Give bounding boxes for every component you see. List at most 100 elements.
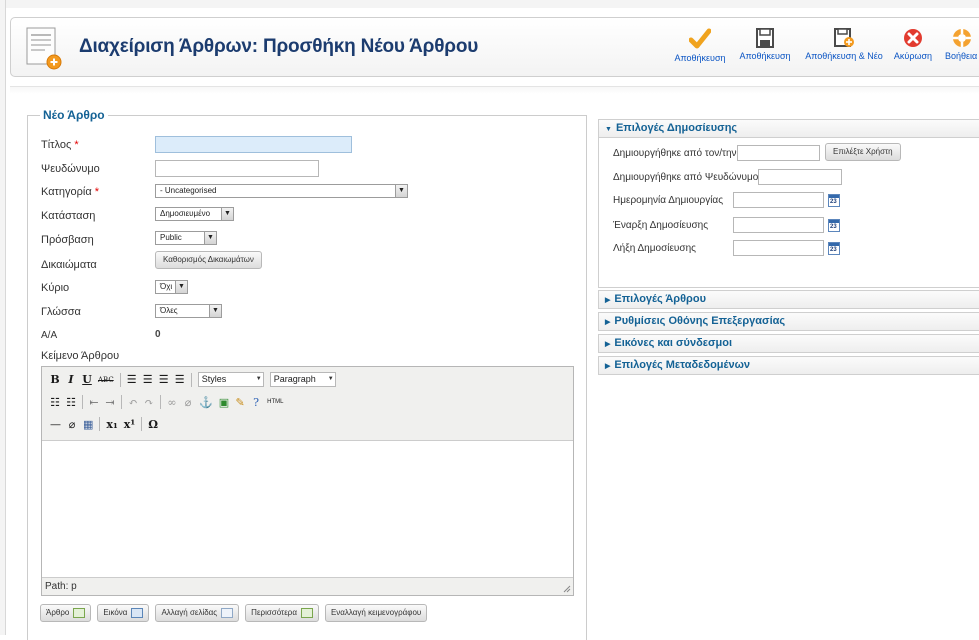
calendar-day: 23 [830, 224, 837, 230]
metadata-options-panel[interactable]: ▶ Επιλογές Μεταδεδομένων [598, 356, 979, 375]
strikethrough-icon[interactable]: ABC [98, 376, 114, 384]
bullet-list-icon[interactable]: ☷ [50, 396, 60, 409]
state-label: Κατάσταση [41, 210, 96, 222]
fieldset-legend: Νέο Άρθρο [40, 108, 108, 122]
superscript-icon[interactable]: x¹ [124, 418, 135, 431]
image-button[interactable]: Εικόνα [97, 604, 150, 622]
title-field[interactable] [155, 136, 352, 153]
editor-toolbar-row-1: B I U ABC ☰ ☰ ☰ ☰ Styles ▼ Paragraph ▼ [50, 372, 336, 387]
calendar-icon[interactable]: 23 [828, 194, 840, 207]
window-frame-left [0, 0, 6, 635]
help-button[interactable]: Βοήθεια [945, 28, 979, 61]
editing-layout-panel[interactable]: ▶ Ρυθμίσεις Οθόνης Επεξεργασίας [598, 312, 979, 331]
cleanup-icon[interactable]: ✎ [235, 396, 245, 409]
publishing-options-header[interactable]: ▼ Επιλογές Δημοσίευσης [599, 120, 979, 137]
alias-label: Ψευδώνυμο [41, 163, 100, 175]
calendar-icon[interactable]: 23 [828, 219, 840, 232]
article-text-editor: B I U ABC ☰ ☰ ☰ ☰ Styles ▼ Paragraph ▼ ☷ ☷… [41, 366, 574, 596]
language-select[interactable]: Όλες ▼ [155, 304, 222, 318]
created-by-label: Δημιουργήθηκε από τον/την [613, 148, 737, 159]
language-label: Γλώσσα [41, 306, 81, 318]
start-publishing-field[interactable] [733, 217, 824, 233]
visual-aid-icon[interactable]: ▦ [83, 418, 93, 431]
pagebreak-icon [221, 608, 234, 618]
align-right-icon[interactable]: ☰ [159, 373, 169, 386]
anchor-icon[interactable]: ⚓ [199, 396, 213, 409]
italic-icon[interactable]: I [66, 373, 76, 386]
set-permissions-button[interactable]: Καθορισμός Δικαιωμάτων [155, 251, 262, 269]
special-character-icon[interactable]: Ω [148, 418, 158, 431]
subscript-icon[interactable]: x₁ [106, 418, 117, 431]
save-button[interactable]: Αποθήκευση [671, 28, 729, 63]
horizontal-rule-icon[interactable]: — [50, 418, 61, 431]
save-close-label: Αποθήκευση [739, 51, 791, 61]
redo-icon[interactable]: ↷ [144, 396, 154, 409]
save-new-button[interactable]: Αποθήκευση & Νέο [803, 28, 885, 61]
select-user-button[interactable]: Επιλέξτε Χρήστη [825, 143, 901, 161]
help-icon[interactable]: ? [251, 396, 261, 409]
calendar-day: 23 [830, 247, 837, 253]
underline-icon[interactable]: U [82, 373, 92, 386]
category-select[interactable]: - Uncategorised ▼ [155, 184, 408, 198]
styles-dropdown[interactable]: Styles ▼ [197, 372, 264, 387]
images-links-panel[interactable]: ▶ Εικόνες και σύνδεσμοι [598, 334, 979, 353]
metadata-options-header[interactable]: ▶ Επιλογές Μεταδεδομένων [599, 357, 979, 374]
toggle-editor-button[interactable]: Εναλλαγή κειμενογράφου [324, 604, 428, 622]
pagebreak-button[interactable]: Αλλαγή σελίδας [155, 604, 240, 622]
help-icon [953, 29, 971, 47]
indent-icon[interactable]: ⇥ [105, 396, 115, 409]
editor-toolbar: B I U ABC ☰ ☰ ☰ ☰ Styles ▼ Paragraph ▼ ☷ ☷… [42, 367, 573, 441]
created-date-field[interactable] [733, 192, 824, 208]
article-icon [73, 608, 86, 618]
remove-format-icon[interactable]: ⌀ [67, 418, 77, 431]
created-by-field[interactable] [737, 145, 820, 161]
state-select[interactable]: Δημοσιευμένο ▼ [155, 207, 234, 221]
calendar-icon[interactable]: 23 [828, 242, 840, 255]
images-links-header[interactable]: ▶ Εικόνες και σύνδεσμοι [599, 335, 979, 352]
featured-select[interactable]: Όχι ▼ [155, 280, 188, 294]
html-icon[interactable]: HTML [267, 399, 283, 405]
format-dropdown[interactable]: Paragraph ▼ [269, 372, 336, 387]
language-value: Όλες [160, 306, 178, 315]
created-by-alias-label: Δημιουργήθηκε από Ψευδώνυμο [613, 172, 759, 183]
align-justify-icon[interactable]: ☰ [175, 373, 185, 386]
align-center-icon[interactable]: ☰ [143, 373, 153, 386]
access-select[interactable]: Public ▼ [155, 231, 217, 245]
article-options-header[interactable]: ▶ Επιλογές Άρθρου [599, 291, 979, 308]
resize-grip-icon[interactable] [563, 585, 571, 593]
link-icon[interactable]: ∞ [167, 396, 177, 409]
checkmark-icon [689, 28, 711, 49]
chevron-down-icon: ▼ [175, 281, 187, 293]
alias-field[interactable] [155, 160, 319, 177]
cancel-button[interactable]: Ακύρωση [891, 28, 935, 61]
created-date-label: Ημερομηνία Δημιουργίας [613, 195, 724, 206]
finish-publishing-field[interactable] [733, 240, 824, 256]
save-new-icon [834, 28, 854, 47]
chevron-down-icon: ▼ [395, 185, 407, 197]
readmore-button[interactable]: Περισσότερα [245, 604, 319, 622]
unlink-icon[interactable]: ⌀ [183, 396, 193, 409]
id-label: Α/Α [41, 330, 58, 341]
article-button[interactable]: Άρθρο [40, 604, 92, 622]
access-label: Πρόσβαση [41, 234, 94, 246]
bold-icon[interactable]: B [50, 373, 60, 386]
created-by-alias-field[interactable] [758, 169, 842, 185]
align-left-icon[interactable]: ☰ [127, 373, 137, 386]
publishing-options-body: Δημιουργήθηκε από τον/την Επιλέξτε Χρήστ… [598, 136, 979, 288]
editor-path: Path: p [45, 581, 77, 592]
featured-label: Κύριο [41, 282, 70, 294]
chevron-down-icon: ▼ [204, 232, 216, 244]
editor-toolbar-row-3: — ⌀ ▦ x₁ x¹ Ω [50, 417, 158, 431]
outdent-icon[interactable]: ⇤ [89, 396, 99, 409]
undo-icon[interactable]: ↶ [128, 396, 138, 409]
cancel-label: Ακύρωση [893, 51, 933, 61]
article-options-panel[interactable]: ▶ Επιλογές Άρθρου [598, 290, 979, 309]
collapsed-triangle-icon: ▶ [605, 319, 611, 326]
image-icon[interactable]: ▣ [219, 396, 229, 409]
editor-content-area[interactable] [42, 442, 573, 577]
editing-layout-header[interactable]: ▶ Ρυθμίσεις Οθόνης Επεξεργασίας [599, 313, 979, 330]
id-value: 0 [155, 329, 161, 340]
chevron-down-icon: ▼ [255, 376, 262, 382]
save-close-button[interactable]: Αποθήκευση [736, 28, 794, 61]
numbered-list-icon[interactable]: ☷ [66, 396, 76, 409]
